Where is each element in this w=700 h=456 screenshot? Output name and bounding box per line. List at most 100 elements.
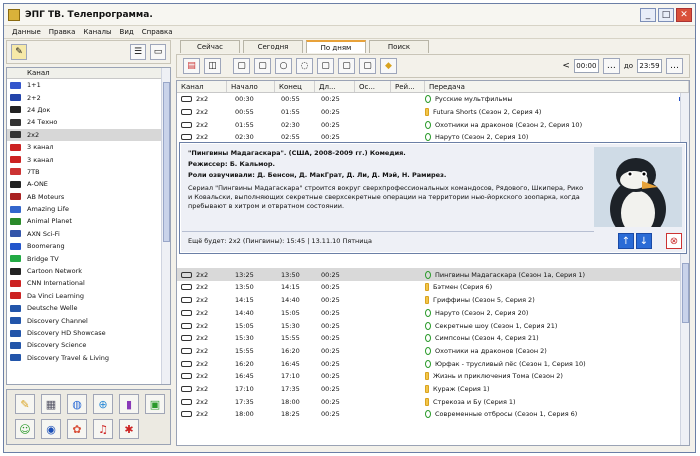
channel-item[interactable]: Animal Planet <box>7 215 170 227</box>
channel-item[interactable]: Amazing Life <box>7 203 170 215</box>
close-detail-button[interactable]: ⊗ <box>666 233 682 249</box>
schedule-row[interactable]: 2х2 14:15 14:40 00:25 Гриффины (Сезон 5, Сер… <box>177 294 689 307</box>
col-program[interactable]: Передача <box>425 81 689 92</box>
schedule-row[interactable]: 2х2 15:05 15:30 00:25 Секретные шоу (Сезон 1… <box>177 319 689 332</box>
schedule-row[interactable]: 2х2 15:30 15:55 00:25 Симпсоны (Сезон 4, Сер… <box>177 332 689 345</box>
channel-item[interactable]: 2х2 <box>7 128 170 141</box>
col-reminder[interactable]: Ос... <box>355 81 391 92</box>
schedule-row[interactable]: 2х2 17:10 17:35 00:25 Кураж (Серия 1) <box>177 383 689 396</box>
col-duration[interactable]: Дл... <box>315 81 355 92</box>
channel-item[interactable]: 1+1 <box>7 79 170 91</box>
schedule-row[interactable]: 2х2 00:55 01:55 00:25 Futura Shorts (Сезон 2… <box>177 106 689 119</box>
maximize-button[interactable]: □ <box>658 7 674 22</box>
genre-icon <box>425 410 431 419</box>
channel-item[interactable]: 24 Док <box>7 104 170 116</box>
panel-toggle-icon[interactable]: ▭ <box>150 44 166 60</box>
channel-item[interactable]: Boomerang <box>7 240 170 252</box>
books-icon[interactable]: ▮ <box>119 394 139 414</box>
col-end[interactable]: Конец <box>275 81 315 92</box>
penguin-image <box>594 147 682 227</box>
channel-item[interactable]: Discovery Travel & Living <box>7 352 170 364</box>
world-icon[interactable]: ⊕ <box>93 394 113 414</box>
schedule-row[interactable]: 2х2 01:55 02:30 00:25 Охотники на драконов (… <box>177 118 689 131</box>
monitor-icon[interactable]: ▣ <box>145 394 165 414</box>
list-settings-icon[interactable]: ☰ <box>130 44 146 60</box>
menu-data[interactable]: Данные <box>12 28 41 36</box>
pencil-icon[interactable]: ✎ <box>15 394 35 414</box>
arrow-up-button[interactable]: ↑ <box>618 233 634 249</box>
menu-edit[interactable]: Правка <box>49 28 76 36</box>
channel-logo-icon <box>10 217 21 225</box>
schedule-row[interactable]: 2х2 15:55 16:20 00:25 Охотники на драконов (… <box>177 345 689 358</box>
channel-list-scrollbar[interactable] <box>161 68 170 384</box>
schedule-row[interactable]: 2х2 13:50 14:15 00:25 Бэтмен (Серия 6) <box>177 281 689 294</box>
channel-item[interactable]: 3 канал <box>7 141 170 153</box>
time-from-menu[interactable]: … <box>602 58 620 74</box>
day-fri-icon[interactable]: ▢ <box>317 58 334 74</box>
channel-item[interactable]: Discovery HD Showcase <box>7 327 170 339</box>
time-to-input[interactable]: 23:59 <box>637 59 662 73</box>
row-end: 18:25 <box>281 410 300 419</box>
tab-by-days[interactable]: По дням <box>306 40 366 53</box>
channel-item[interactable]: 24 Техно <box>7 116 170 128</box>
col-rating[interactable]: Рей... <box>391 81 425 92</box>
day-wed-icon[interactable]: ○ <box>275 58 292 74</box>
close-button[interactable]: ✕ <box>676 7 692 22</box>
channel-item[interactable]: AXN Sci-Fi <box>7 228 170 240</box>
menu-help[interactable]: Справка <box>142 28 173 36</box>
row-channel: 2х2 <box>196 334 209 343</box>
globe-icon[interactable]: ◍ <box>67 394 87 414</box>
tab-now[interactable]: Сейчас <box>180 40 240 53</box>
film-icon[interactable]: ✱ <box>119 419 139 439</box>
kids-icon[interactable]: ✿ <box>67 419 87 439</box>
tab-search[interactable]: Поиск <box>369 40 429 53</box>
channel-item[interactable]: Cartoon Network <box>7 265 170 277</box>
channel-item[interactable]: 2+2 <box>7 91 170 103</box>
schedule-row[interactable]: 2х2 18:00 18:25 00:25 Современные отбросы (С… <box>177 408 689 421</box>
channel-item[interactable]: 3 канал <box>7 153 170 165</box>
channel-item[interactable]: AB Moteurs <box>7 191 170 203</box>
day-tue-icon[interactable]: ▢ <box>254 58 271 74</box>
schedule-row[interactable]: 2х2 17:35 18:00 00:25 Стрекоза и Бу (Серия 1… <box>177 395 689 408</box>
row-duration: 00:25 <box>321 283 340 292</box>
row-end: 15:55 <box>281 334 300 343</box>
row-duration: 00:25 <box>321 120 340 129</box>
music-icon[interactable]: ♫ <box>93 419 113 439</box>
minimize-button[interactable]: _ <box>640 7 656 22</box>
schedule-row[interactable]: 2х2 14:40 15:05 00:25 Наруто (Сезон 2, Серия… <box>177 307 689 320</box>
row-start: 16:45 <box>235 372 254 381</box>
clear-filter-icon[interactable]: ◆ <box>380 58 397 74</box>
row-channel: 2х2 <box>196 296 209 305</box>
arrow-down-button[interactable]: ↓ <box>636 233 652 249</box>
channel-item[interactable]: Deutsche Welle <box>7 302 170 314</box>
view-options-icon[interactable]: ▤ <box>183 58 200 74</box>
channel-item[interactable]: A-ONE <box>7 178 170 190</box>
grid-icon[interactable]: ▦ <box>41 394 61 414</box>
channel-item[interactable]: Discovery Science <box>7 339 170 351</box>
day-thu-icon[interactable]: ◌ <box>296 58 313 74</box>
channel-item[interactable]: Bridge TV <box>7 252 170 264</box>
channel-item[interactable]: Discovery Channel <box>7 314 170 326</box>
day-sun-icon[interactable]: ▢ <box>359 58 376 74</box>
schedule-row[interactable]: 2х2 16:20 16:45 00:25 Юрфак - трусливый пёс … <box>177 357 689 370</box>
people-icon[interactable]: ☺ <box>15 419 35 439</box>
col-start[interactable]: Начало <box>227 81 275 92</box>
day-all-icon[interactable]: ◫ <box>204 58 221 74</box>
schedule-row[interactable]: 2х2 13:25 13:50 00:25 Пингвины Мадагаскара (… <box>177 268 689 282</box>
menu-channels[interactable]: Каналы <box>83 28 111 36</box>
menu-view[interactable]: Вид <box>120 28 134 36</box>
time-from-input[interactable]: 00:00 <box>573 59 599 73</box>
time-to-menu[interactable]: … <box>666 58 683 74</box>
day-sat-icon[interactable]: ▢ <box>338 58 355 74</box>
channel-item[interactable]: 7ТВ <box>7 166 170 178</box>
channel-item[interactable]: Da Vinci Learning <box>7 290 170 302</box>
day-mon-icon[interactable]: ▢ <box>233 58 250 74</box>
schedule-row[interactable]: 2х2 00:30 00:55 00:25 Русские мультфильмы <box>177 93 689 106</box>
col-channel[interactable]: Канал <box>177 81 227 92</box>
schedule-row[interactable]: 2х2 16:45 17:10 00:25 Жизнь и приключения То… <box>177 370 689 383</box>
tab-today[interactable]: Сегодня <box>243 40 303 53</box>
channel-list-header[interactable]: Канал <box>7 68 170 79</box>
sport-icon[interactable]: ◉ <box>41 419 61 439</box>
favorites-icon[interactable]: ✎ <box>11 44 27 60</box>
channel-item[interactable]: CNN International <box>7 277 170 289</box>
